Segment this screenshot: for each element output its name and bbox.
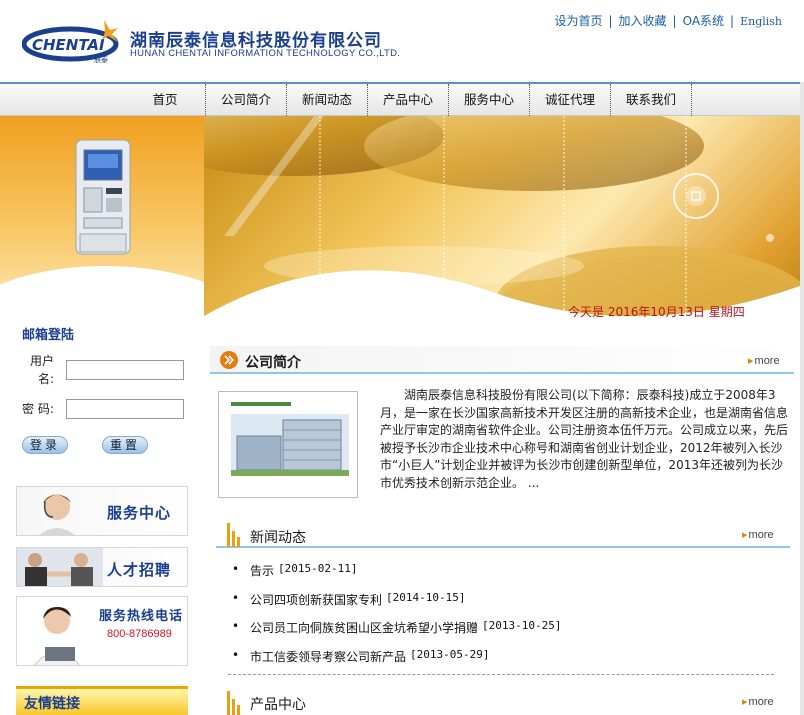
news-more-link[interactable]: more bbox=[742, 528, 774, 541]
main-nav: 首页 公司简介 新闻动态 产品中心 服务中心 诚征代理 联系我们 bbox=[0, 82, 804, 116]
coins-banner-image bbox=[204, 116, 800, 334]
recruit-banner[interactable]: 人才招聘 bbox=[16, 547, 188, 587]
company-name-en: HUNAN CHENTAI INFORMATION TECHNOLOGY CO.… bbox=[130, 48, 401, 59]
password-input[interactable] bbox=[66, 399, 184, 419]
hotline-number: 800-8786989 bbox=[107, 628, 172, 640]
friend-links-header: 友情链接 bbox=[16, 686, 188, 715]
nav-agency[interactable]: 诚征代理 bbox=[530, 84, 611, 116]
news-item[interactable]: • 告示 [2015-02-11] bbox=[232, 562, 792, 591]
page-right-border bbox=[800, 82, 804, 715]
news-item[interactable]: • 公司员工向侗族贫困山区金坑希望小学捐赠 [2013-10-25] bbox=[232, 619, 792, 648]
set-homepage-link[interactable]: 设为首页 bbox=[554, 14, 602, 28]
nav-home[interactable]: 首页 bbox=[125, 84, 206, 116]
service-center-text: 服务中心 bbox=[107, 504, 172, 522]
hotline-agent-image bbox=[34, 607, 80, 665]
news-list: • 告示 [2015-02-11] • 公司四项创新获国家专利 [2014-10-15]… bbox=[232, 562, 792, 676]
service-center-banner[interactable]: 服务中心 bbox=[16, 486, 188, 536]
nav-service[interactable]: 服务中心 bbox=[449, 84, 530, 116]
svg-text:CHENTAI: CHENTAI bbox=[32, 36, 105, 54]
recruit-text: 人才招聘 bbox=[107, 561, 172, 579]
intro-title: 公司简介 bbox=[245, 355, 301, 371]
intro-section-header: 公司简介 more bbox=[210, 346, 794, 374]
login-button[interactable]: 登录 bbox=[22, 436, 68, 454]
site-header: CHENTAI 辰泰 湖南辰泰信息科技股份有限公司 HUNAN CHENTAI … bbox=[0, 0, 804, 82]
svg-text:辰泰: 辰泰 bbox=[94, 55, 108, 64]
company-logo[interactable]: CHENTAI 辰泰 bbox=[22, 20, 122, 64]
intro-more-link[interactable]: more bbox=[748, 354, 780, 367]
add-favorite-link[interactable]: 加入收藏 bbox=[619, 14, 667, 28]
news-item[interactable]: • 市工信委领导考察公司新产品 [2013-05-29] bbox=[232, 648, 792, 677]
company-building-image[interactable] bbox=[218, 391, 358, 498]
nav-contact[interactable]: 联系我们 bbox=[611, 84, 692, 116]
news-item[interactable]: • 公司四项创新获国家专利 [2014-10-15] bbox=[232, 591, 792, 620]
intro-text: 湖南辰泰信息科技股份有限公司(以下简称：辰泰科技)成立于2008年3月，是一家在… bbox=[380, 388, 789, 490]
nav-news[interactable]: 新闻动态 bbox=[287, 84, 368, 116]
username-input[interactable] bbox=[66, 360, 184, 380]
top-links: 设为首页 | 加入收藏 | OA系统 | English bbox=[554, 14, 782, 28]
nav-about[interactable]: 公司简介 bbox=[206, 84, 287, 116]
products-title: 产品中心 bbox=[250, 697, 306, 713]
current-date: 今天是 2016年10月13日 星期四 bbox=[568, 305, 745, 319]
service-agent-image bbox=[39, 494, 75, 535]
nav-products[interactable]: 产品中心 bbox=[368, 84, 449, 116]
friend-links-title: 友情链接 bbox=[24, 696, 80, 712]
products-more-link[interactable]: more bbox=[742, 695, 774, 708]
hotline-title: 服务热线电话 bbox=[99, 609, 184, 624]
bar-chart-icon bbox=[227, 523, 240, 547]
username-label: 用户名: bbox=[29, 354, 54, 386]
handshake-image bbox=[17, 548, 103, 586]
reset-button[interactable]: 重置 bbox=[102, 436, 148, 454]
kiosk-banner bbox=[0, 116, 204, 306]
password-label: 密 码: bbox=[22, 402, 54, 416]
news-title: 新闻动态 bbox=[250, 530, 306, 546]
kiosk-machine-image bbox=[75, 139, 131, 255]
news-divider bbox=[228, 674, 774, 675]
chevron-right-icon bbox=[220, 351, 238, 369]
hero-banner bbox=[204, 116, 800, 334]
products-section-header: 产品中心 more bbox=[216, 688, 790, 715]
news-section-header: 新闻动态 more bbox=[216, 520, 790, 548]
oa-system-link[interactable]: OA系统 bbox=[683, 14, 724, 28]
bar-chart-icon bbox=[227, 691, 240, 715]
hotline-banner[interactable]: 服务热线电话 800-8786989 bbox=[16, 596, 188, 666]
left-sidebar: 邮箱登陆 用户名: 密 码: 登录 重置 服务中心 人才招聘 服务热线电话 80… bbox=[0, 116, 204, 715]
mail-login-title: 邮箱登陆 bbox=[22, 328, 75, 343]
english-link[interactable]: English bbox=[740, 15, 782, 28]
